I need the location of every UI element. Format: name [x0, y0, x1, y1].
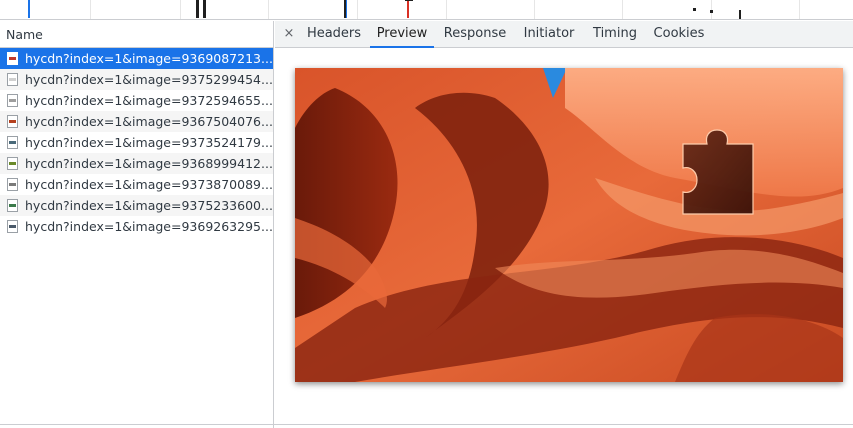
- waterfall-mark: [405, 0, 413, 1]
- waterfall-mark: [346, 0, 347, 18]
- request-row[interactable]: hycdn?index=1&image=9372594655...: [0, 90, 273, 111]
- request-row[interactable]: hycdn?index=1&image=9373870089...: [0, 174, 273, 195]
- file-icon-band: [9, 225, 16, 228]
- tab-timing[interactable]: Timing: [587, 21, 643, 47]
- close-icon[interactable]: ×: [281, 25, 297, 43]
- image-file-icon: [7, 94, 18, 107]
- waterfall-grid-line: [534, 0, 535, 19]
- request-name: hycdn?index=1&image=9369263295...: [25, 219, 273, 234]
- request-name: hycdn?index=1&image=9375299454...: [25, 72, 273, 87]
- file-icon-band: [9, 57, 16, 60]
- waterfall-mark: [203, 0, 206, 18]
- request-name: hycdn?index=1&image=9372594655...: [25, 93, 273, 108]
- request-row[interactable]: hycdn?index=1&image=9375299454...: [0, 69, 273, 90]
- request-name: hycdn?index=1&image=9368999412...: [25, 156, 273, 171]
- request-row[interactable]: hycdn?index=1&image=9373524179...: [0, 132, 273, 153]
- image-file-icon: [7, 73, 18, 86]
- waterfall-grid-line: [622, 0, 623, 19]
- image-file-icon: [7, 115, 18, 128]
- request-row[interactable]: hycdn?index=1&image=9369087213...: [0, 48, 273, 69]
- image-file-icon: [7, 52, 18, 65]
- request-row[interactable]: hycdn?index=1&image=9369263295...: [0, 216, 273, 237]
- waterfall-grid-line: [180, 0, 181, 19]
- image-file-icon: [7, 199, 18, 212]
- details-tabbar: × Headers Preview Response Initiator Tim…: [275, 21, 853, 48]
- requests-list: hycdn?index=1&image=9369087213... hycdn?i…: [0, 48, 273, 237]
- waterfall-grid-line: [446, 0, 447, 19]
- waterfall-mark: [710, 10, 713, 13]
- file-icon-band: [9, 120, 16, 123]
- file-icon-band: [9, 204, 16, 207]
- request-row[interactable]: hycdn?index=1&image=9367504076...: [0, 111, 273, 132]
- waterfall-mark: [693, 8, 696, 11]
- waterfall-mark: [28, 0, 30, 18]
- request-row[interactable]: hycdn?index=1&image=9368999412...: [0, 153, 273, 174]
- image-file-icon: [7, 220, 18, 233]
- name-column-header[interactable]: Name: [0, 21, 273, 48]
- tab-preview[interactable]: Preview: [370, 21, 434, 48]
- requests-list-pane: Name hycdn?index=1&image=9369087213... hy…: [0, 21, 274, 428]
- file-icon-band: [9, 162, 16, 165]
- image-preview-area: [275, 49, 853, 428]
- waterfall-mark: [196, 0, 199, 18]
- file-icon-band: [9, 99, 16, 102]
- tab-headers[interactable]: Headers: [303, 21, 365, 47]
- request-name: hycdn?index=1&image=9375233600...: [25, 198, 273, 213]
- tab-response[interactable]: Response: [439, 21, 511, 47]
- request-details-pane: × Headers Preview Response Initiator Tim…: [275, 21, 853, 428]
- file-icon-band: [9, 183, 16, 186]
- waterfall-mark: [739, 10, 741, 19]
- file-icon-band: [9, 141, 16, 144]
- image-file-icon: [7, 136, 18, 149]
- request-name: hycdn?index=1&image=9369087213...: [25, 51, 273, 66]
- request-name: hycdn?index=1&image=9373870089...: [25, 177, 273, 192]
- network-waterfall-overview[interactable]: [0, 0, 853, 20]
- waterfall-mark: [407, 0, 409, 18]
- tab-cookies[interactable]: Cookies: [649, 21, 709, 47]
- waterfall-grid-line: [799, 0, 800, 19]
- file-icon-band: [9, 78, 16, 81]
- waterfall-grid-line: [90, 0, 91, 19]
- request-name: hycdn?index=1&image=9367504076...: [25, 114, 273, 129]
- image-file-icon: [7, 178, 18, 191]
- image-file-icon: [7, 157, 18, 170]
- waterfall-grid-line: [268, 0, 269, 19]
- preview-image-canyon: [295, 68, 843, 382]
- request-name: hycdn?index=1&image=9373524179...: [25, 135, 273, 150]
- bottom-divider: [0, 424, 853, 425]
- request-row[interactable]: hycdn?index=1&image=9375233600...: [0, 195, 273, 216]
- waterfall-grid-line: [357, 0, 358, 19]
- tab-initiator[interactable]: Initiator: [517, 21, 581, 47]
